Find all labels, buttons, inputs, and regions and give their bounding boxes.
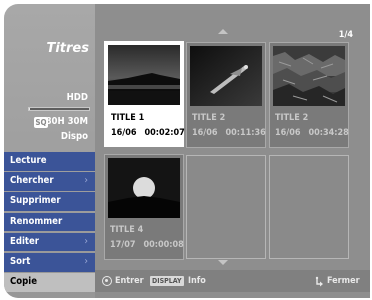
title-tile-4[interactable]: TITLE 4 17/07 00:00:08: [104, 154, 184, 260]
scroll-down-arrow-icon[interactable]: [218, 260, 228, 265]
thumbnail-rocky-field: [273, 46, 345, 106]
empty-slot: [186, 155, 266, 259]
menu-item-chercher[interactable]: Chercher ›: [4, 172, 97, 191]
thumbnail-lake-sunset: [108, 45, 180, 105]
tile-date: 16/06: [275, 128, 301, 138]
thumbnail-moon-hill: [108, 158, 180, 218]
free-space-label: Dispo: [60, 131, 88, 142]
thumbnail-plane-sky: [190, 46, 262, 106]
scroll-up-arrow-icon[interactable]: [218, 29, 228, 34]
page-indicator: 1/4: [338, 30, 353, 40]
menu-item-lecture[interactable]: Lecture: [4, 152, 97, 171]
display-key-badge: DISPLAY: [150, 276, 184, 286]
title-grid-panel: 1/4 TITLE 1 16/06 00:02:07 TITLE 2 16/06…: [95, 4, 370, 298]
menu-item-label: Chercher: [10, 175, 54, 187]
menu-item-label: Editer: [10, 235, 39, 247]
tile-duration: 00:34:28: [308, 128, 349, 138]
info-hint-label: Info: [188, 276, 206, 286]
tile-title: TITLE 2: [192, 113, 226, 123]
menu-item-label: Sort: [10, 255, 31, 267]
menu-item-label: Lecture: [10, 155, 47, 166]
empty-slot: [269, 155, 349, 259]
tile-date: 16/06: [111, 128, 137, 138]
sidebar-title: Titres: [46, 41, 89, 56]
chevron-right-icon: ›: [84, 255, 88, 267]
tile-meta: 16/06 00:34:28: [275, 128, 349, 138]
tile-date: 16/06: [192, 128, 218, 138]
chevron-right-icon: ›: [84, 175, 88, 187]
sidebar-menu: Lecture Chercher › Supprimer Renommer Ed…: [4, 152, 97, 293]
disk-label: HDD: [66, 92, 88, 103]
capacity-row: SQ 80H 30M: [4, 116, 97, 130]
ok-button-icon: [102, 276, 112, 286]
tile-duration: 00:11:36: [225, 128, 266, 138]
tile-duration: 00:00:08: [143, 240, 184, 250]
tile-duration: 00:02:07: [144, 128, 185, 138]
menu-item-renommer[interactable]: Renommer: [4, 212, 97, 232]
menu-item-supprimer[interactable]: Supprimer: [4, 192, 97, 212]
return-arrow-icon: [314, 275, 325, 287]
enter-hint-label: Entrer: [115, 276, 144, 286]
tile-date: 17/07: [110, 240, 136, 250]
tile-title: TITLE 1: [111, 113, 145, 123]
title-tile-1[interactable]: TITLE 1 16/06 00:02:07: [104, 41, 185, 147]
tile-meta: 16/06 00:11:36: [192, 128, 266, 138]
hint-bar: Entrer DISPLAY Info Fermer: [95, 270, 370, 292]
tile-title: TITLE 2: [275, 113, 309, 123]
sidebar: Titres HDD SQ 80H 30M Dispo Lecture Cher…: [4, 4, 97, 298]
title-tile-2[interactable]: TITLE 2 16/06 00:11:36: [186, 42, 266, 148]
menu-item-label: Supprimer: [10, 195, 61, 207]
menu-item-editer[interactable]: Editer ›: [4, 232, 97, 252]
tile-meta: 16/06 00:02:07: [111, 128, 185, 138]
close-hint-label: Fermer: [327, 276, 360, 286]
disk-usage-bar: [28, 107, 90, 111]
menu-item-copie[interactable]: Copie: [4, 273, 97, 292]
menu-item-sort[interactable]: Sort ›: [4, 252, 97, 272]
menu-item-label: Renommer: [10, 215, 63, 227]
disk-usage-fill: [29, 108, 31, 110]
menu-item-label: Copie: [10, 276, 37, 288]
title-tile-3[interactable]: TITLE 2 16/06 00:34:28: [269, 42, 349, 148]
title-list-screen: Titres HDD SQ 80H 30M Dispo Lecture Cher…: [0, 0, 372, 300]
chevron-right-icon: ›: [84, 235, 88, 247]
capacity-text: 80H 30M: [45, 116, 88, 127]
tile-meta: 17/07 00:00:08: [110, 240, 184, 250]
tile-title: TITLE 4: [110, 225, 144, 235]
